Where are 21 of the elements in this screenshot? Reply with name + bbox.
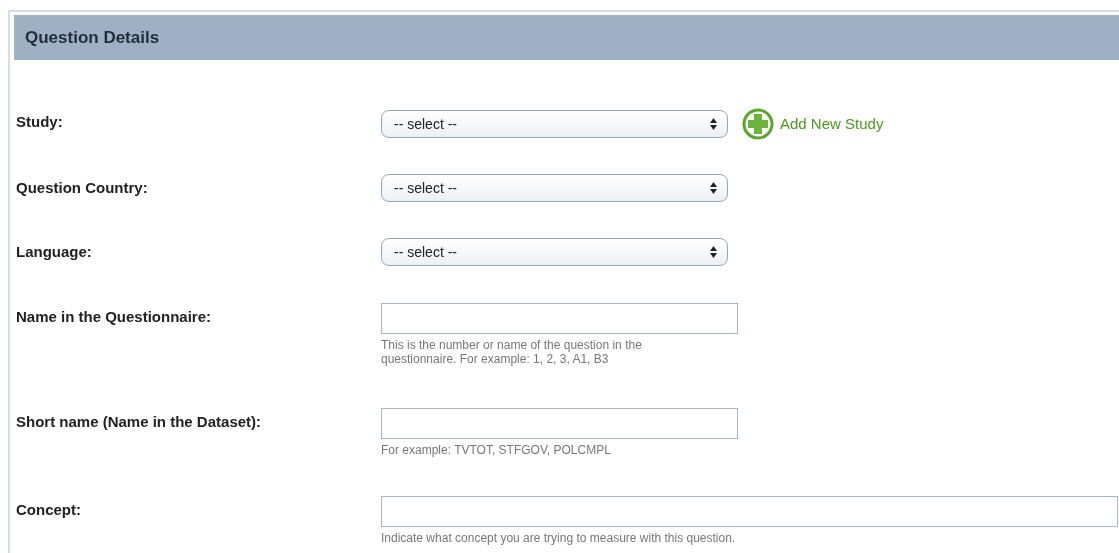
select-dropdown[interactable]: -- select --: [381, 110, 728, 138]
text-input[interactable]: [381, 303, 738, 334]
add-study-link[interactable]: Add New Study: [742, 108, 884, 140]
hint-text: Indicate what concept you are trying to measure with this question.: [381, 531, 737, 545]
field-label: Concept:: [15, 500, 82, 520]
updown-arrows-icon: [710, 118, 717, 130]
text-input[interactable]: [381, 496, 1118, 527]
field-label: Study:: [15, 112, 64, 132]
field-label: Name in the Questionnaire:: [15, 307, 213, 327]
field-label: Language:: [15, 242, 93, 262]
hint-text: This is the number or name of the question in the questionnaire. For example: 1, 2, 3, A1, B3: [381, 338, 643, 366]
select-dropdown[interactable]: -- select --: [381, 238, 728, 266]
hint-text: For example: TVTOT, STFGOV, POLCMPL: [381, 443, 612, 457]
updown-arrows-icon: [710, 246, 717, 258]
field-label: Question Country:: [15, 178, 149, 198]
field-label: Short name (Name in the Dataset):: [15, 412, 263, 432]
text-input[interactable]: [381, 408, 738, 439]
select-dropdown[interactable]: -- select --: [381, 174, 728, 202]
panel-title: Question Details: [25, 26, 160, 49]
updown-arrows-icon: [710, 182, 717, 194]
plus-circle-icon: [742, 108, 774, 140]
